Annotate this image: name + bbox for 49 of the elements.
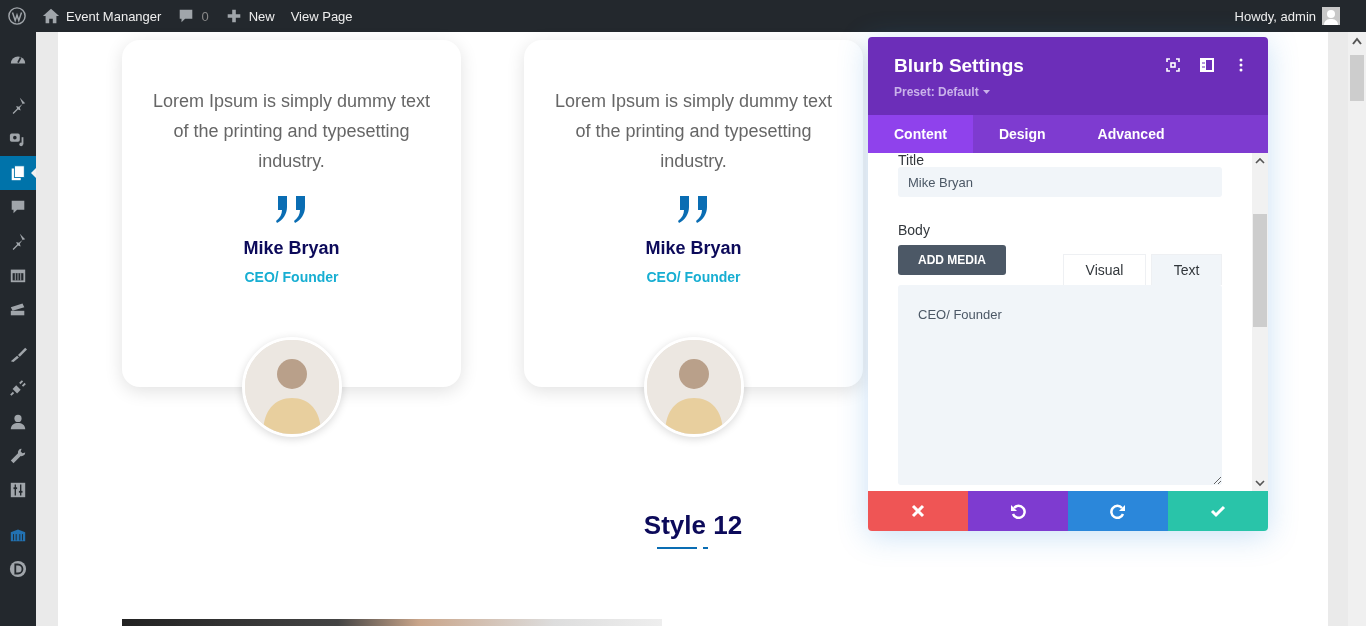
add-media-button[interactable]: ADD MEDIA — [898, 245, 1006, 275]
settings-tab[interactable]: Content — [868, 115, 973, 153]
sliders-icon — [9, 481, 27, 499]
sidebar-menu-item[interactable] — [0, 156, 36, 190]
scrollbar-thumb[interactable] — [1253, 214, 1267, 327]
page-scrollbar[interactable] — [1348, 32, 1366, 626]
caret-icon — [982, 90, 990, 94]
undo-button[interactable] — [968, 491, 1068, 531]
field-label: Body — [898, 223, 931, 237]
pages-icon — [9, 164, 27, 182]
redo-button[interactable] — [1068, 491, 1168, 531]
user-icon — [9, 413, 27, 431]
site-name-link[interactable]: Event Mananger — [42, 7, 162, 25]
person-name: Mike Bryan — [243, 238, 340, 259]
sidebar-layout-icon[interactable] — [1200, 58, 1214, 72]
body-text-editor[interactable]: CEO/ Founder — [898, 285, 1222, 485]
expand-icon[interactable] — [1166, 58, 1180, 72]
wordpress-logo-icon — [8, 7, 26, 25]
undo-icon — [1010, 503, 1026, 519]
scrollbar-thumb[interactable] — [1350, 55, 1364, 101]
checkmark-icon — [1210, 503, 1226, 519]
plug-icon — [9, 379, 27, 397]
comments-link[interactable]: 0 — [177, 7, 209, 25]
testimonial-text: Lorem Ipsum is simply dummy text of the printing and typesetting industry. — [554, 90, 833, 173]
wrench-icon — [9, 447, 27, 465]
section-heading: Style 12 — [643, 510, 743, 541]
heading-underline — [656, 547, 708, 549]
account-menu[interactable]: Howdy, admin — [1234, 7, 1340, 25]
field-label: Title — [898, 153, 925, 167]
person-role: CEO/ Founder — [244, 269, 339, 285]
new-link[interactable]: New — [224, 7, 275, 25]
view-page-link[interactable]: View Page — [290, 8, 353, 24]
redo-icon — [1110, 503, 1126, 519]
settings-tab[interactable]: Design — [972, 115, 1072, 153]
person-name: Mike Bryan — [645, 238, 742, 259]
editor-tab[interactable]: Text — [1151, 254, 1222, 285]
user-silhouette-icon — [1322, 7, 1340, 25]
preset-dropdown[interactable]: Preset: Default — [894, 85, 1024, 99]
title-input-field[interactable]: Mike Bryan — [898, 167, 1222, 197]
wordpress-logo-button[interactable] — [8, 7, 26, 25]
testimonial-text: Lorem Ipsum is simply dummy text of the printing and typesetting industry. — [152, 90, 431, 173]
settings-tab[interactable]: Advanced — [1071, 115, 1191, 153]
close-icon — [910, 503, 926, 519]
person-role: CEO/ Founder — [646, 269, 741, 285]
letter-d-circle-icon — [9, 560, 27, 578]
editor-tab[interactable]: Visual — [1063, 254, 1146, 285]
panel-scrollbar[interactable] — [1252, 153, 1268, 491]
home-icon — [42, 7, 60, 25]
panel-title: Blurb Settings — [894, 55, 1024, 77]
